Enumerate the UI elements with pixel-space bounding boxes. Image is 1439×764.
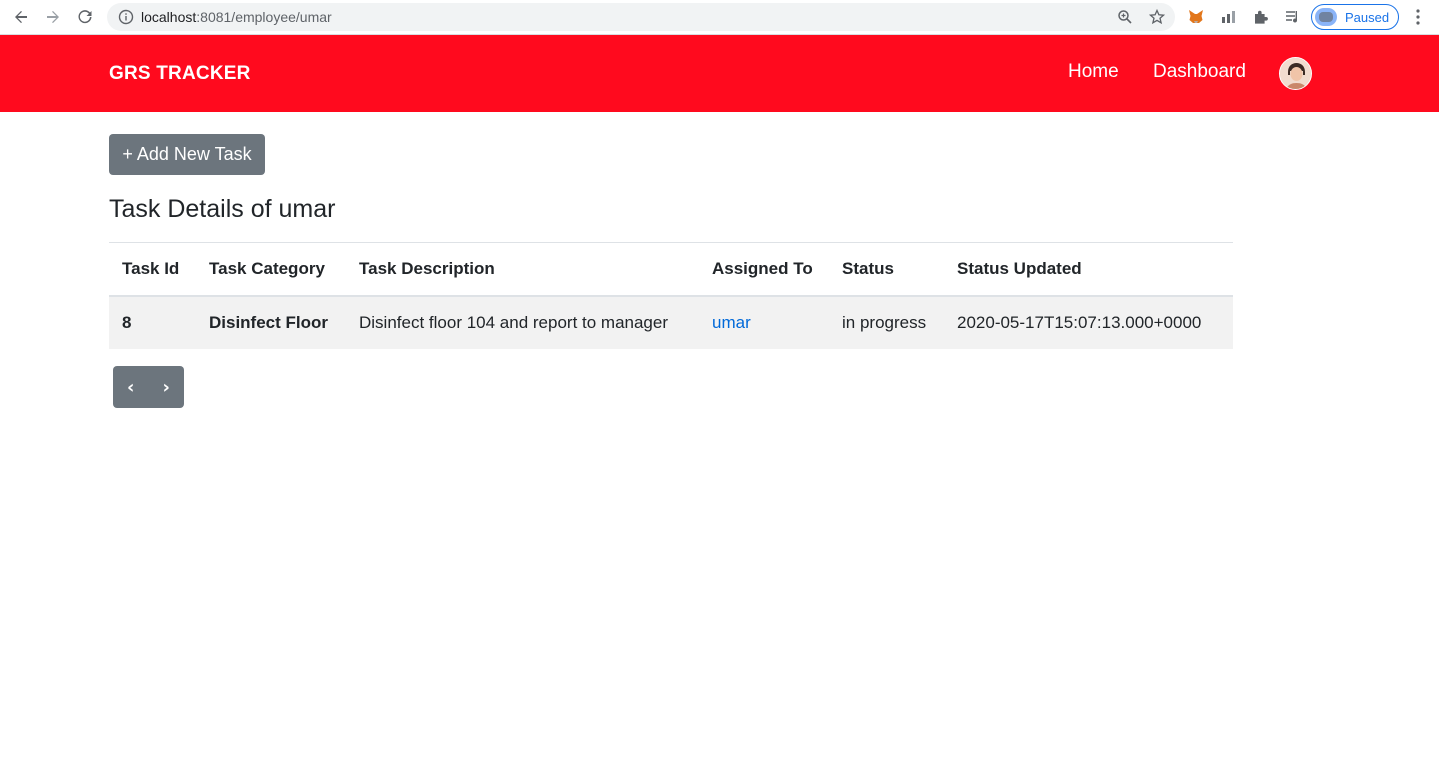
more-menu-icon[interactable]	[1410, 8, 1426, 26]
profile-avatar-icon	[1315, 8, 1337, 26]
column-header-status-updated: Status Updated	[944, 242, 1233, 297]
browser-toolbar: localhost:8081/employee/umar Paused	[0, 0, 1439, 35]
brand-logo[interactable]: GRS TRACKER	[109, 63, 251, 85]
add-new-task-button[interactable]: + Add New Task	[109, 134, 265, 175]
metamask-fox-icon[interactable]	[1187, 8, 1205, 26]
media-queue-icon[interactable]	[1284, 8, 1302, 26]
column-header-status: Status	[829, 242, 944, 297]
assigned-to-link[interactable]: umar	[712, 313, 751, 332]
cell-task-category: Disinfect Floor	[196, 295, 346, 349]
cell-status-updated: 2020-05-17T15:07:13.000+0000	[944, 295, 1233, 349]
task-table: Task Id Task Category Task Description A…	[109, 242, 1233, 349]
back-icon[interactable]	[9, 5, 33, 29]
extensions-puzzle-icon[interactable]	[1252, 8, 1270, 26]
table-header-row: Task Id Task Category Task Description A…	[109, 242, 1233, 297]
app-navbar: GRS TRACKER Home Dashboard	[0, 35, 1439, 112]
address-bar[interactable]: localhost:8081/employee/umar	[107, 3, 1175, 31]
analytics-extension-icon[interactable]	[1220, 8, 1238, 26]
forward-icon[interactable]	[41, 5, 65, 29]
column-header-task-id: Task Id	[109, 242, 196, 297]
profile-status-label: Paused	[1345, 9, 1390, 25]
page-title: Task Details of umar	[109, 195, 336, 223]
cell-task-description: Disinfect floor 104 and report to manage…	[346, 295, 699, 349]
info-icon[interactable]	[118, 9, 134, 25]
column-header-task-category: Task Category	[196, 242, 346, 297]
user-avatar[interactable]	[1279, 57, 1312, 90]
user-portrait-icon	[1280, 58, 1311, 89]
pagination: ‹ ›	[113, 366, 184, 408]
cell-assigned-to: umar	[699, 295, 829, 349]
nav-link-dashboard[interactable]: Dashboard	[1153, 61, 1246, 83]
next-page-button[interactable]: ›	[149, 366, 185, 408]
nav-link-home[interactable]: Home	[1068, 61, 1119, 83]
bookmark-star-icon[interactable]	[1149, 9, 1165, 25]
cell-task-id: 8	[109, 295, 196, 349]
reload-icon[interactable]	[73, 5, 97, 29]
cell-status: in progress	[829, 295, 944, 349]
column-header-assigned-to: Assigned To	[699, 242, 829, 297]
profile-paused-button[interactable]: Paused	[1311, 4, 1399, 30]
zoom-icon[interactable]	[1117, 9, 1133, 25]
column-header-task-description: Task Description	[346, 242, 699, 297]
prev-page-button[interactable]: ‹	[113, 366, 149, 408]
table-row: 8 Disinfect Floor Disinfect floor 104 an…	[109, 295, 1233, 349]
url-text[interactable]: localhost:8081/employee/umar	[141, 9, 332, 25]
